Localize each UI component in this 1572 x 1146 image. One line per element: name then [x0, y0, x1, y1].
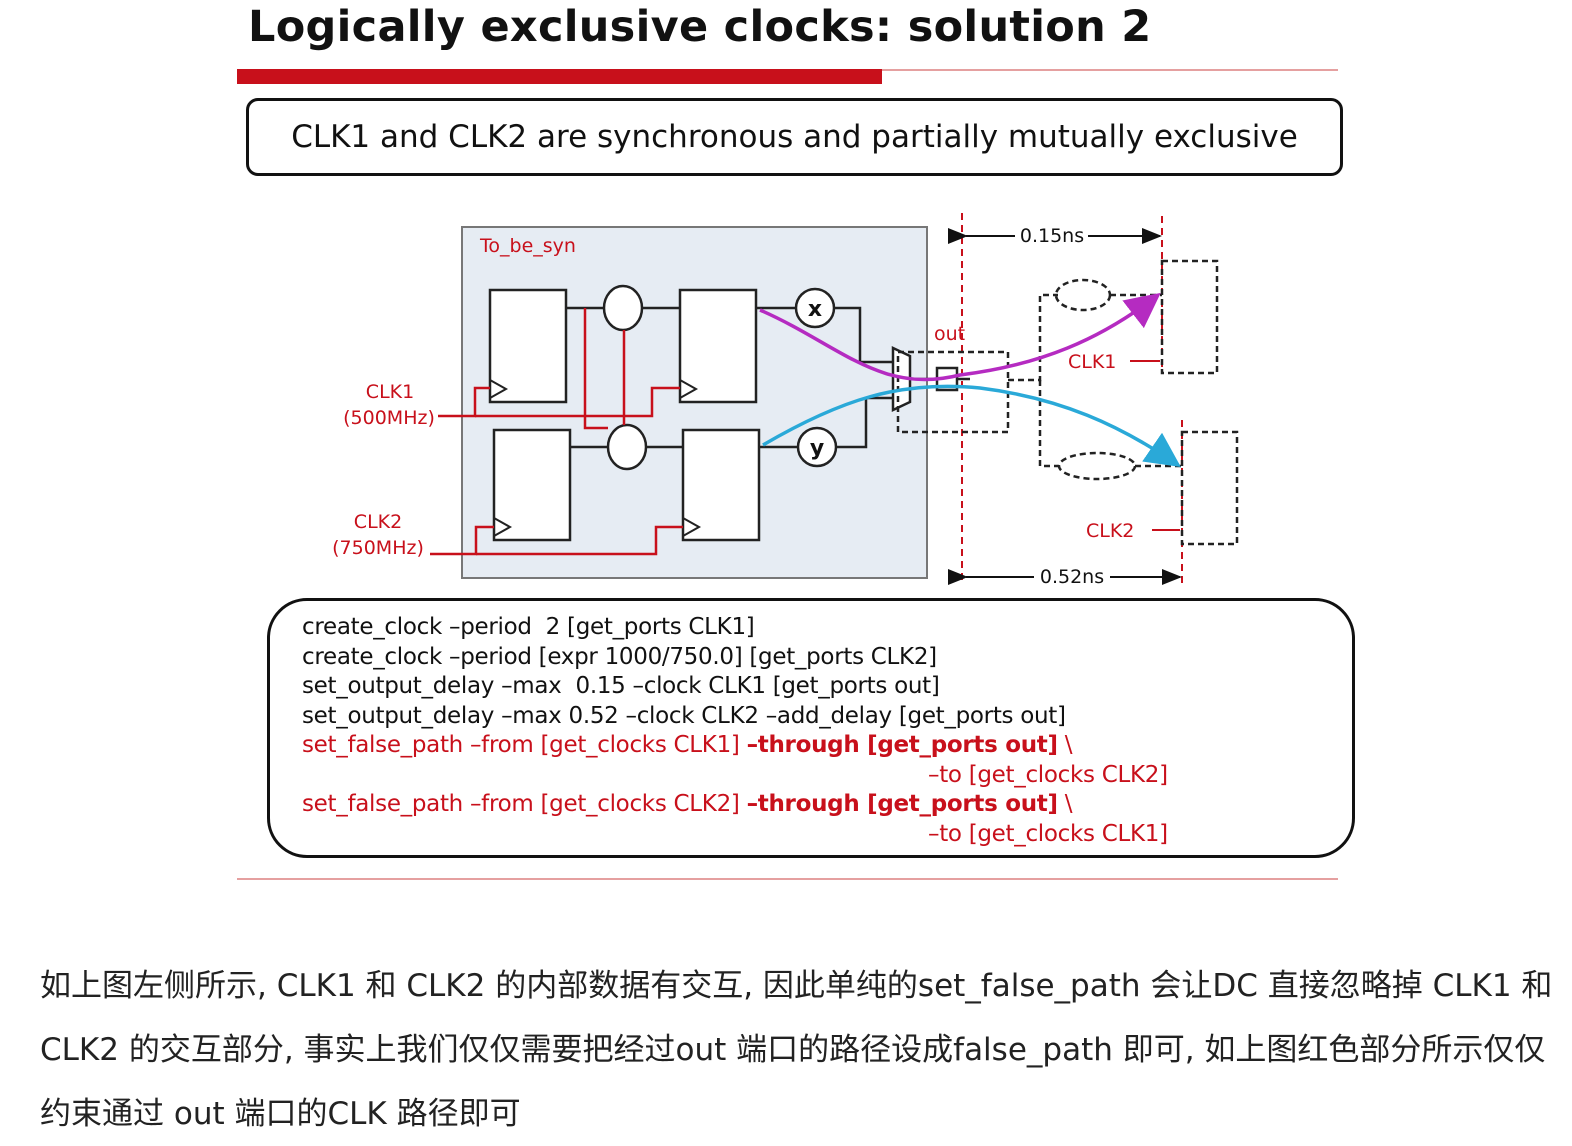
delay-top-label: 0.15ns	[1020, 225, 1084, 247]
gate-y-label: y	[810, 436, 824, 461]
ext-clk1-label: CLK1	[1068, 351, 1116, 373]
code-line-5: set_false_path –from [get_clocks CLK1] –…	[302, 732, 1073, 758]
delay-bottom-label: 0.52ns	[1040, 566, 1104, 588]
external-logic-bottom	[1057, 451, 1137, 481]
code-line-8: –to [get_clocks CLK1]	[928, 820, 1168, 847]
flipflop-top-left	[488, 288, 568, 404]
slide-bottom-rule	[237, 878, 1338, 880]
code-line-1: create_clock –period 2 [get_ports CLK1]	[302, 614, 755, 640]
caption-paragraph: 如上图左侧所示, CLK1 和 CLK2 的内部数据有交互, 因此单纯的set_…	[40, 968, 1553, 1132]
block-label: To_be_syn	[479, 235, 576, 257]
flipflop-top-right	[678, 288, 758, 404]
external-flipflop-clk2	[1180, 430, 1239, 546]
clk1-freq-label: (500MHz)	[343, 407, 435, 429]
out-port-label: out	[934, 323, 965, 345]
code-line-4: set_output_delay –max 0.52 –clock CLK2 –…	[302, 702, 1066, 729]
logic-cloud-bottom	[606, 423, 648, 471]
clk2-freq-label: (750MHz)	[332, 537, 424, 559]
circuit-diagram: To_be_syn x y out CLK1 (500MHz) CLK2 (75…	[332, 213, 1239, 590]
clk1-name-label: CLK1	[366, 381, 414, 403]
code-line-3: set_output_delay –max 0.15 –clock CLK1 […	[302, 673, 940, 699]
clk2-name-label: CLK2	[354, 511, 402, 533]
external-flipflop-clk1	[1160, 259, 1219, 375]
code-line-7: set_false_path –from [get_clocks CLK2] –…	[302, 791, 1073, 817]
code-line-2: create_clock –period [expr 1000/750.0] […	[302, 643, 937, 670]
code-line-6: –to [get_clocks CLK2]	[928, 761, 1168, 788]
gate-x-label: x	[808, 297, 822, 322]
ext-clk2-label: CLK2	[1086, 520, 1134, 542]
sdc-code-box: create_clock –period 2 [get_ports CLK1] …	[267, 598, 1355, 858]
external-logic-top	[1054, 278, 1112, 312]
logic-cloud-top	[602, 284, 644, 332]
